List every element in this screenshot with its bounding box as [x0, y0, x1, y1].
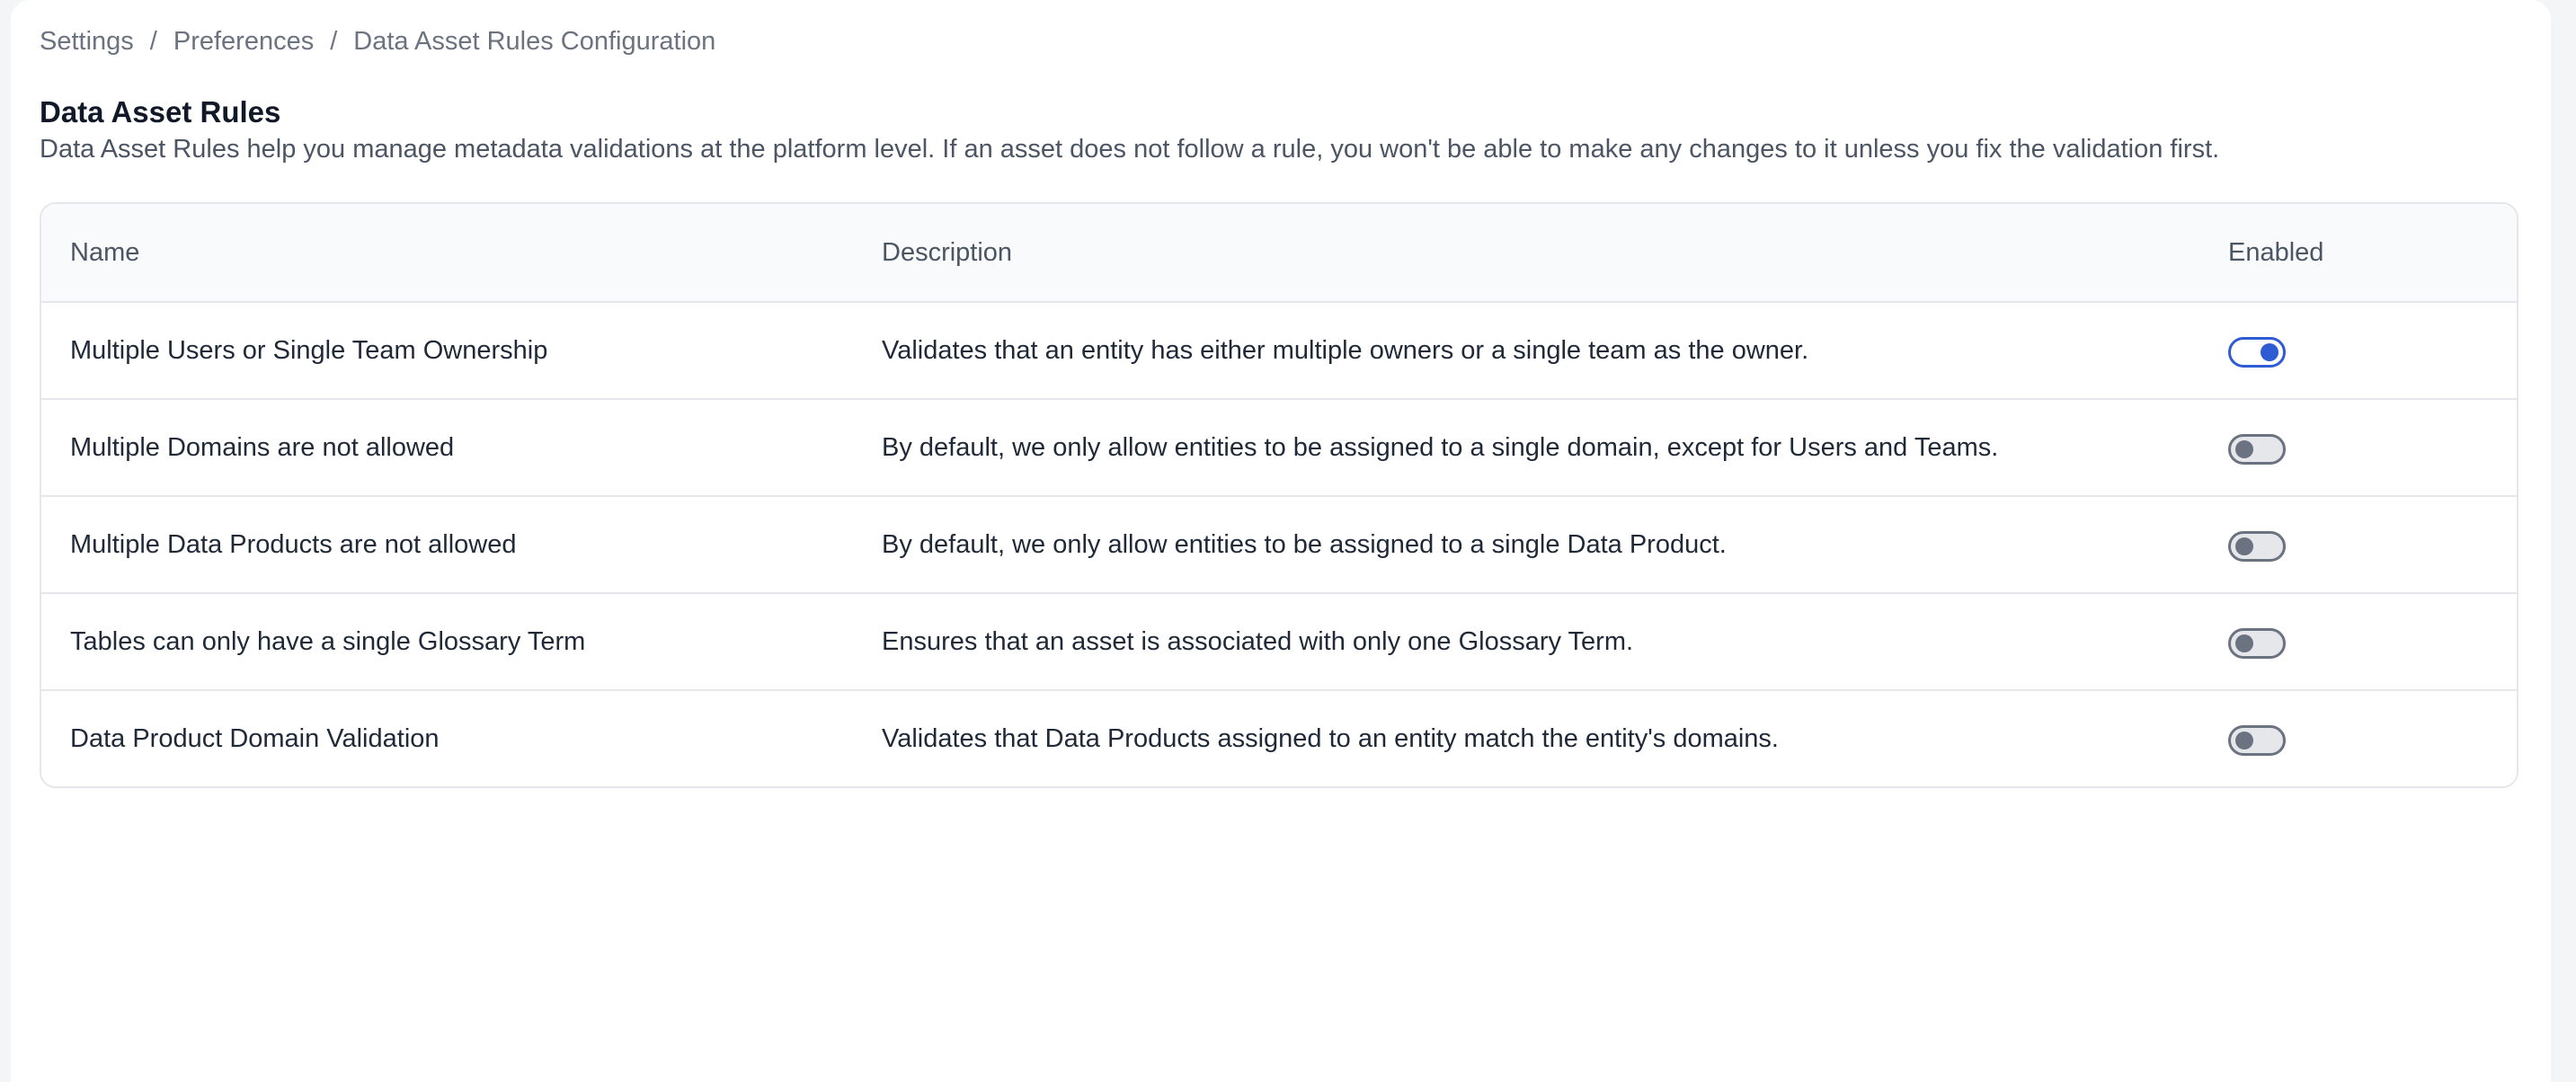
rule-enabled-cell — [2228, 722, 2517, 756]
table-row: Multiple Users or Single Team Ownership … — [41, 301, 2517, 398]
table-header-row: Name Description Enabled — [41, 204, 2517, 301]
column-header-enabled: Enabled — [2228, 237, 2324, 267]
settings-page: Settings / Preferences / Data Asset Rule… — [11, 0, 2551, 1082]
table-row: Multiple Domains are not allowed By defa… — [41, 398, 2517, 495]
breadcrumb: Settings / Preferences / Data Asset Rule… — [40, 27, 715, 57]
breadcrumb-separator: / — [330, 27, 338, 56]
page-description: Data Asset Rules help you manage metadat… — [40, 135, 2220, 164]
rule-enabled-cell — [2228, 625, 2517, 659]
rule-enabled-cell — [2228, 430, 2517, 465]
table-row: Multiple Data Products are not allowed B… — [41, 495, 2517, 592]
toggle-knob — [2261, 343, 2278, 361]
enabled-toggle[interactable] — [2228, 531, 2286, 562]
table-row: Tables can only have a single Glossary T… — [41, 592, 2517, 689]
enabled-toggle[interactable] — [2228, 628, 2286, 659]
toggle-knob — [2235, 440, 2253, 458]
rule-name: Tables can only have a single Glossary T… — [70, 626, 586, 656]
column-header-name: Name — [70, 237, 140, 267]
breadcrumb-current: Data Asset Rules Configuration — [353, 27, 716, 56]
rule-name: Multiple Domains are not allowed — [70, 432, 455, 462]
enabled-toggle[interactable] — [2228, 434, 2286, 465]
rule-description: Ensures that an asset is associated with… — [882, 626, 1634, 656]
rule-enabled-cell — [2228, 333, 2517, 368]
rule-description: By default, we only allow entities to be… — [882, 432, 1999, 462]
toggle-knob — [2235, 634, 2253, 652]
rules-table: Name Description Enabled Multiple Users … — [40, 202, 2518, 788]
enabled-toggle[interactable] — [2228, 337, 2286, 368]
breadcrumb-separator: / — [149, 27, 157, 56]
rule-description: By default, we only allow entities to be… — [882, 529, 1727, 559]
toggle-knob — [2235, 732, 2253, 749]
rule-enabled-cell — [2228, 528, 2517, 562]
rule-name: Data Product Domain Validation — [70, 723, 440, 753]
page-title: Data Asset Rules — [40, 95, 281, 129]
breadcrumb-preferences[interactable]: Preferences — [173, 27, 314, 57]
enabled-toggle[interactable] — [2228, 725, 2286, 756]
rule-name: Multiple Users or Single Team Ownership — [70, 335, 548, 365]
breadcrumb-settings[interactable]: Settings — [40, 27, 134, 57]
toggle-knob — [2235, 537, 2253, 555]
column-header-description: Description — [882, 237, 1013, 267]
rule-description: Validates that Data Products assigned to… — [882, 723, 1779, 753]
rule-name: Multiple Data Products are not allowed — [70, 529, 517, 559]
rule-description: Validates that an entity has either mult… — [882, 335, 1809, 365]
table-row: Data Product Domain Validation Validates… — [41, 689, 2517, 786]
